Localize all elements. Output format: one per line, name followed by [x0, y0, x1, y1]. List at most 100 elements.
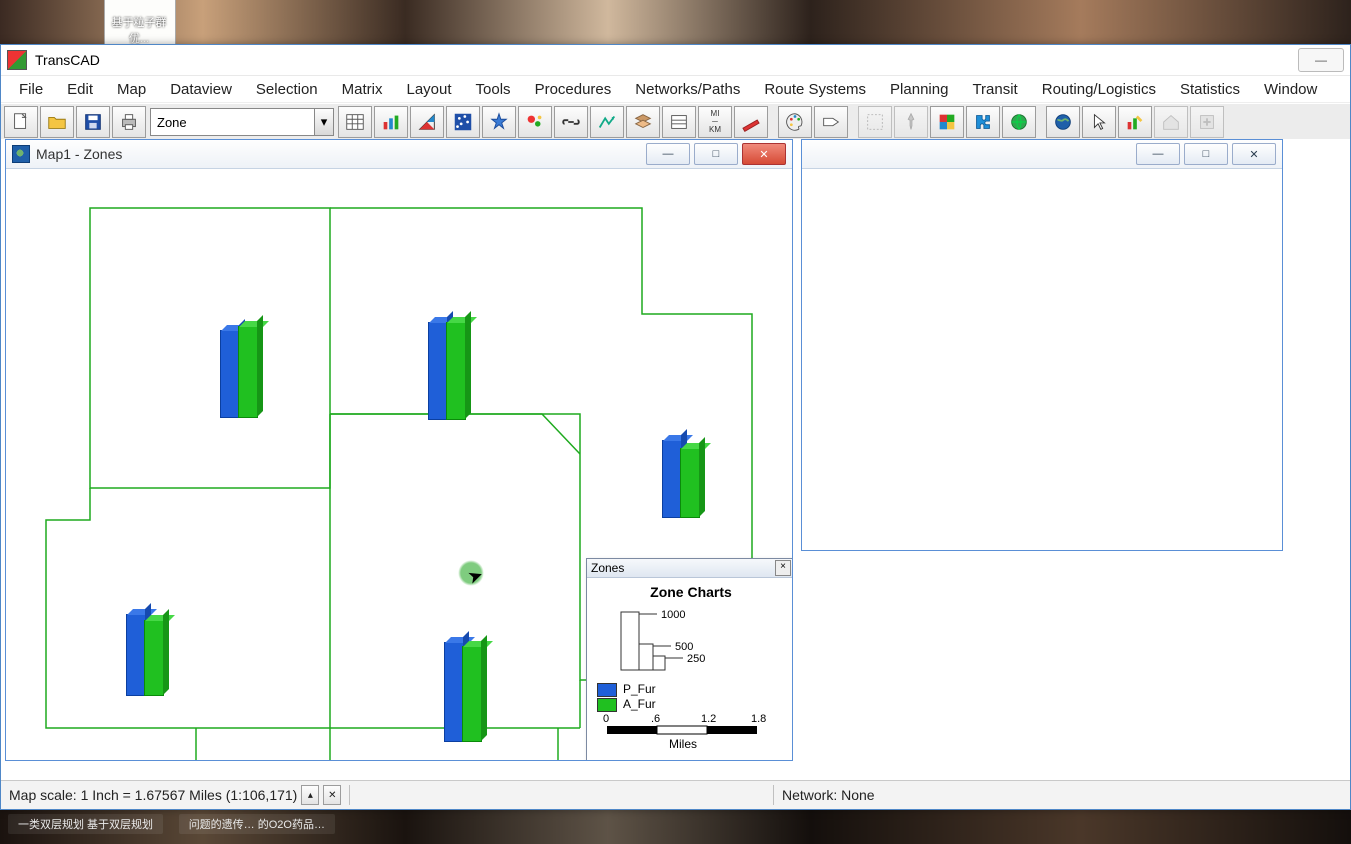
bubble-tool-button[interactable] — [518, 106, 552, 138]
child-window-titlebar[interactable]: — □ ✕ — [802, 140, 1282, 169]
taskbar: 一类双层规划 基于双层规划 问题的遗传… 的O2O药品… — [0, 808, 1351, 844]
child-window-secondary[interactable]: — □ ✕ — [801, 139, 1283, 551]
status-network-text: Network: None — [782, 787, 875, 803]
bar-a-fur — [238, 326, 258, 418]
star-tool-button[interactable] — [482, 106, 516, 138]
app-logo-icon — [7, 50, 27, 70]
edit-theme-button[interactable] — [1118, 106, 1152, 138]
status-network: Network: None — [774, 781, 1350, 809]
bar-p-fur — [428, 322, 448, 420]
child-window-map[interactable]: Map1 - Zones — □ ✕ — [5, 139, 793, 761]
layer-dropdown[interactable]: Zone ▾ — [150, 108, 334, 136]
grid-color-button[interactable] — [930, 106, 964, 138]
menu-window[interactable]: Window — [1252, 77, 1329, 102]
select-map-button[interactable] — [858, 106, 892, 138]
home-button[interactable] — [1154, 106, 1188, 138]
bar-p-fur — [126, 614, 146, 696]
menu-networks-paths[interactable]: Networks/Paths — [623, 77, 752, 102]
pin-button[interactable] — [894, 106, 928, 138]
chart-theme-button[interactable] — [374, 106, 408, 138]
child-minimize-button[interactable]: — — [646, 143, 690, 165]
open-file-button[interactable] — [40, 106, 74, 138]
legend-title: Zone Charts — [597, 584, 785, 600]
palette-button[interactable] — [778, 106, 812, 138]
globe-blue-button[interactable] — [1046, 106, 1080, 138]
color-theme-button[interactable] — [410, 106, 444, 138]
save-button[interactable] — [76, 106, 110, 138]
legend-series-row: A_Fur — [597, 697, 785, 712]
pointer-button[interactable] — [1082, 106, 1116, 138]
titlebar[interactable]: TransCAD — — [1, 45, 1350, 76]
measure-button[interactable] — [734, 106, 768, 138]
dropdown-arrow-icon[interactable]: ▾ — [314, 109, 333, 135]
legend-popup[interactable]: Zones × Zone Charts 1000 — [586, 558, 792, 760]
menu-edit[interactable]: Edit — [55, 77, 105, 102]
taskbar-item[interactable]: 一类双层规划 基于双层规划 — [8, 814, 163, 834]
svg-text:Miles: Miles — [669, 737, 697, 751]
print-button[interactable] — [112, 106, 146, 138]
menu-planning[interactable]: Planning — [878, 77, 960, 102]
menubar: File Edit Map Dataview Selection Matrix … — [1, 76, 1350, 103]
menu-dataview[interactable]: Dataview — [158, 77, 244, 102]
svg-text:.6: .6 — [651, 713, 660, 725]
menu-selection[interactable]: Selection — [244, 77, 330, 102]
puzzle-button[interactable] — [966, 106, 1000, 138]
taskbar-item[interactable]: 问题的遗传… 的O2O药品… — [179, 814, 335, 834]
menu-statistics[interactable]: Statistics — [1168, 77, 1252, 102]
layers-button[interactable] — [626, 106, 660, 138]
legend-swatch-icon — [597, 698, 617, 712]
window-minimize-button[interactable]: — — [1298, 48, 1344, 72]
child-close-button[interactable]: ✕ — [1232, 143, 1276, 165]
legend-tick: 1000 — [661, 609, 685, 621]
menu-tools[interactable]: Tools — [464, 77, 523, 102]
map-canvas[interactable]: ➤ Zones × Zone Charts — [6, 168, 792, 760]
menu-procedures[interactable]: Procedures — [523, 77, 624, 102]
bar-p-fur — [444, 642, 464, 742]
legend-tick: 500 — [675, 641, 693, 653]
menu-matrix[interactable]: Matrix — [330, 77, 395, 102]
flow-tool-button[interactable] — [590, 106, 624, 138]
bar-a-fur — [144, 620, 164, 696]
menu-layout[interactable]: Layout — [394, 77, 463, 102]
status-scale: Map scale: 1 Inch = 1.67567 Miles (1:106… — [1, 781, 349, 809]
layer-dropdown-value: Zone — [157, 115, 187, 130]
child-maximize-button[interactable]: □ — [1184, 143, 1228, 165]
bar-a-fur — [680, 448, 700, 518]
new-file-button[interactable] — [4, 106, 38, 138]
child-maximize-button[interactable]: □ — [694, 143, 738, 165]
bar-p-fur — [662, 440, 682, 518]
legend-close-button[interactable]: × — [775, 560, 791, 576]
app-title: TransCAD — [35, 52, 100, 68]
globe-green-button[interactable] — [1002, 106, 1036, 138]
child-window-body — [802, 168, 1282, 550]
units-button[interactable]: MI─KM — [698, 106, 732, 138]
link-tool-button[interactable] — [554, 106, 588, 138]
menu-transit[interactable]: Transit — [960, 77, 1029, 102]
legend-scalebar: 0 .6 1.2 1.8 Miles — [597, 712, 787, 752]
status-scale-text: Map scale: 1 Inch = 1.67567 Miles (1:106… — [9, 787, 297, 803]
legend-tick: 250 — [687, 653, 705, 665]
child-minimize-button[interactable]: — — [1136, 143, 1180, 165]
dataview-button[interactable] — [338, 106, 372, 138]
menu-map[interactable]: Map — [105, 77, 158, 102]
child-window-title: Map1 - Zones — [36, 146, 122, 162]
bar-p-fur — [220, 330, 240, 418]
child-window-titlebar[interactable]: Map1 - Zones — □ ✕ — [6, 140, 792, 169]
menu-route-systems[interactable]: Route Systems — [752, 77, 878, 102]
menu-routing-logistics[interactable]: Routing/Logistics — [1030, 77, 1168, 102]
menu-file[interactable]: File — [7, 77, 55, 102]
svg-text:1.2: 1.2 — [701, 713, 716, 725]
add-layer-button[interactable] — [1190, 106, 1224, 138]
child-close-button[interactable]: ✕ — [742, 143, 786, 165]
label-button[interactable] — [814, 106, 848, 138]
scatter-button[interactable] — [446, 106, 480, 138]
legend-body: Zone Charts 1000 500 250 — [587, 578, 792, 760]
scale-step-up-button[interactable]: ▴ — [301, 785, 319, 805]
statusbar: Map scale: 1 Inch = 1.67567 Miles (1:106… — [1, 780, 1350, 809]
legend-header: Zones — [591, 561, 624, 575]
scale-close-button[interactable]: ✕ — [323, 785, 341, 805]
svg-text:0: 0 — [603, 713, 609, 725]
mdi-client-area: — □ ✕ Map1 - Zones — □ ✕ — [1, 139, 1350, 781]
legend-titlebar[interactable]: Zones × — [587, 559, 792, 578]
table-button[interactable] — [662, 106, 696, 138]
